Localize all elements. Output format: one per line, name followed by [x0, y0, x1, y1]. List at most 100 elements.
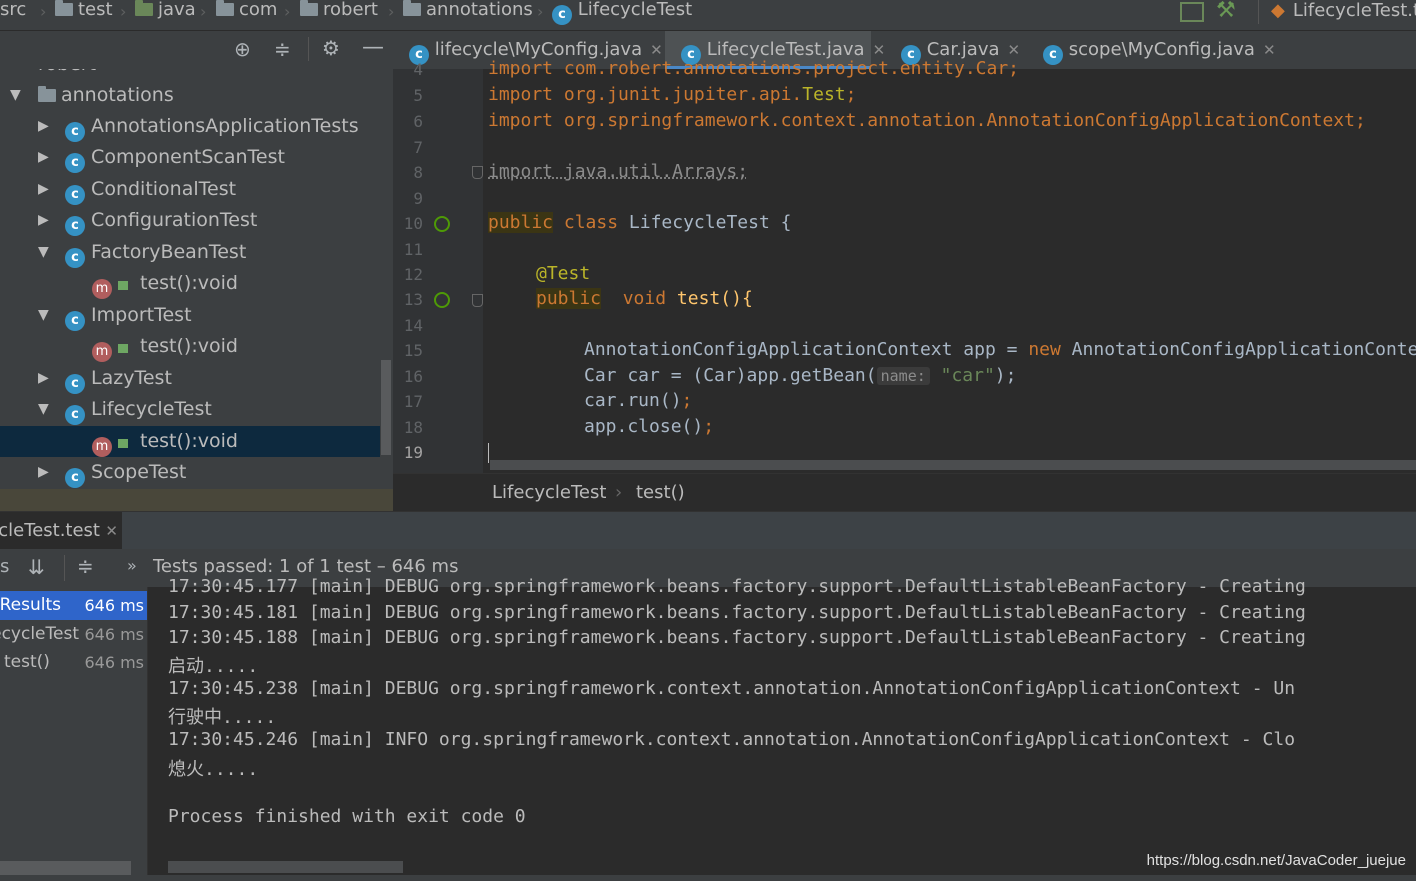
- sort-alpha-icon[interactable]: ꜱ: [0, 556, 9, 577]
- console-line: 启动.....: [168, 656, 259, 677]
- chevron-right-icon: ›: [120, 2, 127, 21]
- run-test-icon[interactable]: [434, 292, 450, 308]
- tree-item-class[interactable]: ▼ c ImportTest: [0, 300, 380, 331]
- fold-icon[interactable]: [472, 294, 483, 307]
- project-pane-footer: [0, 489, 393, 511]
- code-text: public: [536, 288, 602, 309]
- code-text: class: [563, 212, 619, 233]
- line-number: 5: [413, 86, 423, 105]
- test-results-tree: Test Results 646 ms LifecycleTest 646 ms…: [0, 587, 147, 881]
- fold-icon[interactable]: [472, 166, 483, 179]
- breadcrumb-class[interactable]: LifecycleTest: [492, 474, 606, 512]
- close-icon[interactable]: ✕: [650, 41, 663, 59]
- code-line-5: import org.junit.jupiter.api.Test;: [488, 84, 856, 105]
- code-text: public: [488, 212, 554, 233]
- result-label: LifecycleTest: [0, 624, 79, 644]
- tree-item-class[interactable]: ▶ c LazyTest: [0, 363, 380, 394]
- class-icon: c: [65, 185, 85, 205]
- code-text: AnnotationConfigApplicationContext app =: [584, 339, 1029, 360]
- chevron-right-icon[interactable]: ▶: [38, 363, 49, 394]
- chevron-right-icon[interactable]: ▶: [38, 457, 49, 488]
- crumb-lifecycletest[interactable]: c LifecycleTest: [552, 0, 692, 25]
- chevron-down-icon[interactable]: ▼: [38, 300, 49, 331]
- run-tab-label: LifecycleTest.test: [0, 520, 100, 541]
- chevron-down-icon[interactable]: ▼: [38, 237, 49, 268]
- tree-label: LifecycleTest: [91, 398, 212, 420]
- code-text: );: [994, 365, 1017, 386]
- folder-icon: [135, 0, 153, 16]
- collapse-all-icon[interactable]: ≑: [274, 37, 291, 61]
- tree-item-class[interactable]: ▶ c ScopeTest: [0, 457, 380, 488]
- result-row-test-method[interactable]: test() 646 ms: [0, 648, 147, 677]
- crumb-src[interactable]: src: [0, 0, 26, 22]
- class-icon: c: [65, 311, 85, 331]
- hammer-icon[interactable]: ⚒: [1216, 0, 1236, 23]
- tree-item-robert[interactable]: robert: [38, 69, 393, 80]
- crumb-label: test: [78, 0, 113, 20]
- chevron-right-icon[interactable]: ▶: [38, 142, 49, 173]
- chevron-right-icon[interactable]: ▶: [38, 205, 49, 236]
- sort-duration-icon[interactable]: ⇊: [28, 555, 45, 579]
- tab-scope-myconfig[interactable]: c scope\MyConfig.java ✕: [1027, 31, 1283, 69]
- tree-item-annotations[interactable]: ▼ annotations: [0, 80, 380, 111]
- tree-item-method[interactable]: m test():void: [0, 268, 380, 299]
- code-line-12: @Test: [536, 263, 590, 284]
- line-number: 4: [413, 60, 423, 79]
- toolbar-divider: [308, 37, 309, 61]
- lock-icon: [118, 439, 128, 448]
- run-test-icon[interactable]: [434, 216, 450, 232]
- run-config-label: LifecycleTest.t: [1292, 0, 1416, 21]
- tree-item-class[interactable]: ▼ c FactoryBeanTest: [0, 237, 380, 268]
- close-icon[interactable]: ✕: [1263, 41, 1276, 59]
- crumb-robert[interactable]: robert: [300, 0, 378, 22]
- close-icon[interactable]: ✕: [105, 522, 118, 540]
- chevron-right-icon[interactable]: ▶: [38, 174, 49, 205]
- result-time: 646 ms: [84, 625, 144, 644]
- crumb-annotations[interactable]: annotations: [403, 0, 533, 22]
- run-tab[interactable]: LifecycleTest.test ✕: [0, 512, 122, 550]
- close-icon[interactable]: ✕: [1008, 41, 1021, 59]
- console-line: 17:30:45.188 [main] DEBUG org.springfram…: [168, 627, 1306, 648]
- chevron-right-icon[interactable]: ▶: [38, 111, 49, 142]
- hide-icon[interactable]: —: [362, 35, 384, 60]
- results-scrollbar[interactable]: [0, 861, 131, 875]
- tree-item-class[interactable]: ▶ c ConfigurationTest: [0, 205, 380, 236]
- tree-item-class[interactable]: ▶ c ComponentScanTest: [0, 142, 380, 173]
- tree-label: ImportTest: [91, 304, 192, 326]
- more-icon[interactable]: »: [127, 556, 137, 575]
- result-row-lifecycletest[interactable]: LifecycleTest 646 ms: [0, 620, 147, 649]
- class-icon: c: [65, 374, 85, 394]
- close-icon[interactable]: ✕: [873, 41, 886, 59]
- line-number: 15: [403, 341, 423, 360]
- line-number: 9: [413, 189, 423, 208]
- class-icon: c: [65, 153, 85, 173]
- editor-horizontal-scrollbar[interactable]: [490, 460, 1416, 470]
- breadcrumb-method[interactable]: test(): [636, 474, 685, 512]
- console-horizontal-scrollbar[interactable]: [168, 861, 403, 873]
- tree-label: LazyTest: [91, 367, 172, 389]
- package-icon: [38, 86, 56, 102]
- expand-all-icon[interactable]: ≑: [77, 554, 94, 578]
- tree-scrollbar[interactable]: [381, 360, 391, 455]
- chevron-down-icon[interactable]: ▼: [38, 394, 49, 425]
- gear-icon[interactable]: ⚙: [322, 36, 340, 60]
- crumb-test[interactable]: test: [55, 0, 113, 22]
- code-line-4: import com.robert.annotations.project.en…: [488, 58, 1019, 79]
- locate-icon[interactable]: ⊕: [234, 37, 251, 61]
- crumb-java[interactable]: java: [135, 0, 196, 22]
- result-time: 646 ms: [84, 653, 144, 672]
- result-row-test-results[interactable]: Test Results 646 ms: [0, 591, 147, 620]
- tree-label: ScopeTest: [91, 461, 187, 483]
- tree-item-method-selected[interactable]: m test():void: [0, 426, 380, 457]
- run-configuration-selector[interactable]: ◆ LifecycleTest.t: [1258, 0, 1416, 24]
- chevron-right-icon: ›: [40, 2, 47, 21]
- tree-item-class[interactable]: ▼ c LifecycleTest: [0, 394, 380, 425]
- chevron-down-icon[interactable]: ▼: [10, 80, 21, 111]
- tree-item-class[interactable]: ▶ c ConditionalTest: [0, 174, 380, 205]
- build-project-icon[interactable]: [1180, 2, 1204, 22]
- tree-label: ConfigurationTest: [91, 209, 258, 231]
- crumb-com[interactable]: com: [216, 0, 277, 22]
- tree-item-class[interactable]: ▶ c AnnotationsApplicationTests: [0, 111, 380, 142]
- tab-label: LifecycleTest.java: [706, 39, 865, 60]
- tree-item-method[interactable]: m test():void: [0, 331, 380, 362]
